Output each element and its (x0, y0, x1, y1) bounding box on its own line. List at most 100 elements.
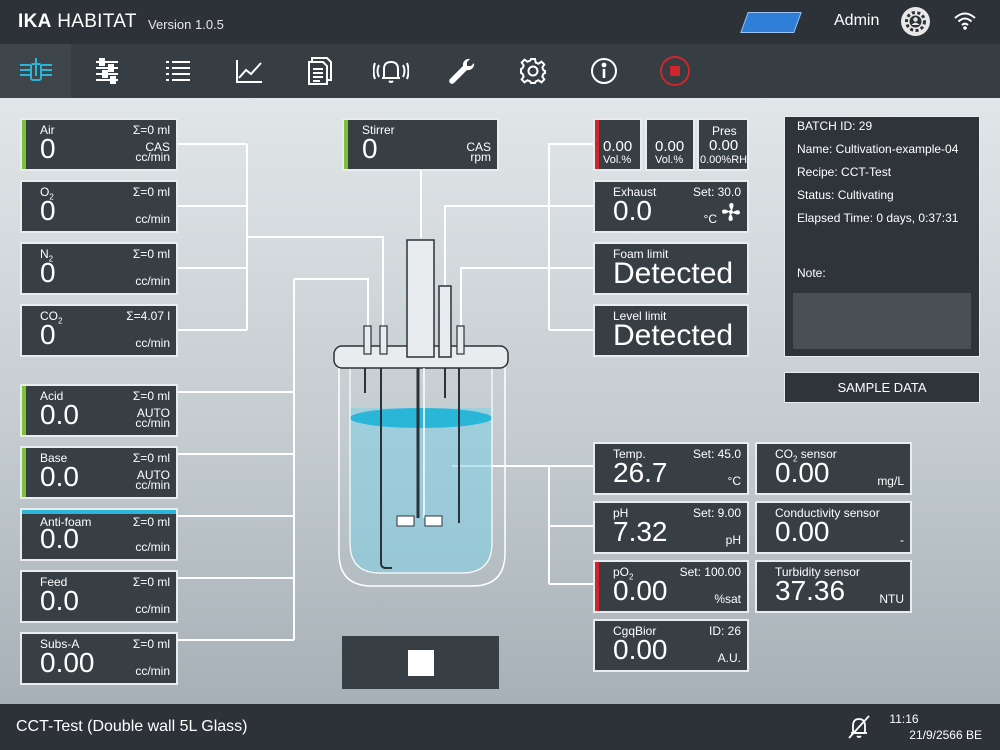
sample-data-button[interactable]: SAMPLE DATA (784, 372, 980, 403)
active-indicator (22, 448, 26, 497)
tile-unit: cc/min (135, 150, 170, 164)
active-indicator (22, 386, 26, 435)
list-icon[interactable] (142, 44, 213, 98)
active-indicator (344, 120, 348, 169)
foam-limit-tile[interactable]: Foam limit Detected (593, 242, 749, 295)
bioreactor-overview-icon[interactable] (0, 44, 71, 98)
active-indicator (22, 120, 26, 169)
app-version: Version 1.0.5 (148, 17, 224, 32)
tile-value: 0.00 (775, 516, 830, 547)
tile-total: Σ=0 ml (132, 451, 170, 465)
tile-value: 0.00 (613, 575, 668, 606)
feed-pump-tile[interactable]: Feed Σ=0 ml 0.0 cc/min (20, 570, 178, 623)
ph-tile[interactable]: pH Set: 9.00 7.32 pH (593, 501, 749, 554)
tile-label: Pres (712, 124, 737, 138)
co2-flow-tile[interactable]: CO2 Σ=4.07 l 0 cc/min (20, 304, 178, 357)
tile-unit: °C (727, 474, 741, 488)
tile-unit: - (900, 533, 904, 547)
tile-value: 0.0 (40, 585, 79, 616)
batch-info-panel: BATCH ID: 29 Name: Cultivation-example-0… (784, 116, 980, 357)
conductivity-sensor-tile[interactable]: Conductivity sensor 0.00 - (755, 501, 912, 554)
tile-unit: mg/L (877, 474, 904, 488)
turbidity-sensor-tile[interactable]: Turbidity sensor 37.36 NTU (755, 560, 912, 613)
tile-unit: pH (725, 533, 741, 547)
tile-value: 0 (40, 319, 56, 350)
co2-sensor-tile[interactable]: CO2 sensor 0.00 mg/L (755, 442, 912, 495)
wrench-icon[interactable] (426, 44, 497, 98)
temperature-tile[interactable]: Temp. Set: 45.0 26.7 °C (593, 442, 749, 495)
tile-value: 0 (40, 133, 56, 164)
top-bar: IKA HABITAT Version 1.0.5 Admin (0, 0, 1000, 44)
status-indicator-icon (740, 12, 802, 33)
stirrer-tile[interactable]: Stirrer CAS 0 rpm (342, 118, 499, 171)
tile-value: 0.0 (613, 195, 652, 226)
vessel-title: CCT-Test (Double wall 5L Glass) (16, 718, 248, 735)
tile-value: 0.0 (40, 461, 79, 492)
tile-value: 0.00 (775, 457, 830, 488)
trend-chart-icon[interactable] (213, 44, 284, 98)
settings-gear-icon[interactable] (497, 44, 568, 98)
bioreactor-vessel-illustration (333, 239, 509, 587)
pressure-humidity-tile[interactable]: Pres 0.00 0.00%RH (697, 118, 749, 171)
bioreactor-overview-panel: Air Σ=0 ml CAS 0 cc/min O2 Σ=0 ml 0 cc/m… (0, 98, 1000, 704)
subs-a-pump-tile[interactable]: Subs-A Σ=0 ml 0.00 cc/min (20, 632, 178, 685)
fan-icon (721, 202, 741, 227)
wifi-icon (953, 10, 977, 37)
o2-flow-tile[interactable]: O2 Σ=0 ml 0 cc/min (20, 180, 178, 233)
batch-name: Name: Cultivation-example-04 (797, 142, 959, 156)
note-field[interactable] (793, 293, 971, 349)
stop-record-icon[interactable] (639, 44, 710, 98)
alarm-bell-icon[interactable] (355, 44, 426, 98)
tile-total: Σ=4.07 l (126, 309, 170, 323)
tile-setpoint: Set: 9.00 (692, 506, 741, 520)
user-name[interactable]: Admin (834, 12, 879, 30)
tile-value: 0 (40, 257, 56, 288)
base-pump-tile[interactable]: Base Σ=0 ml AUTO 0.0 cc/min (20, 446, 178, 499)
stop-process-button[interactable] (342, 636, 499, 689)
tile-unit: %sat (714, 592, 741, 606)
clock-date: 21/9/2566 BE (909, 728, 982, 742)
antifoam-pump-tile[interactable]: Anti-foam Σ=0 ml 0.0 cc/min (20, 508, 178, 561)
alarm-muted-icon[interactable] (846, 714, 872, 745)
control-sliders-icon[interactable] (71, 44, 142, 98)
tile-unit: Vol.% (603, 154, 632, 166)
tile-total: Σ=0 ml (132, 515, 170, 529)
documents-icon[interactable] (284, 44, 355, 98)
n2-flow-tile[interactable]: N2 Σ=0 ml 0 cc/min (20, 242, 178, 295)
info-icon[interactable] (568, 44, 639, 98)
tile-total: Σ=0 ml (132, 247, 170, 261)
level-limit-tile[interactable]: Level limit Detected (593, 304, 749, 357)
air-flow-tile[interactable]: Air Σ=0 ml CAS 0 cc/min (20, 118, 178, 171)
batch-elapsed-time: Elapsed Time: 0 days, 0:37:31 (797, 211, 959, 225)
tile-unit: NTU (879, 592, 904, 606)
tile-unit: cc/min (135, 416, 170, 430)
clock-time: 11:16 (889, 712, 919, 726)
tile-value: 0 (40, 195, 56, 226)
tile-value: 0.0 (40, 399, 79, 430)
exhaust-tile[interactable]: Exhaust Set: 30.0 0.0 °C (593, 180, 749, 233)
tile-unit: °C (703, 212, 717, 226)
tile-unit: cc/min (135, 274, 170, 288)
user-settings-icon[interactable] (901, 7, 930, 36)
tile-unit: cc/min (135, 336, 170, 350)
batch-id: BATCH ID: 29 (797, 119, 873, 133)
tile-value: 0.0 (40, 523, 79, 554)
tile-unit: cc/min (135, 664, 170, 678)
cgq-biomass-tile[interactable]: CgqBior ID: 26 0.00 A.U. (593, 619, 749, 672)
tile-unit: rpm (470, 150, 491, 164)
tile-value: 0.00 (40, 647, 95, 678)
tile-total: Σ=0 ml (132, 185, 170, 199)
tile-value: 0.00 (709, 137, 739, 154)
tile-total: Σ=0 ml (132, 123, 170, 137)
tile-value: Detected (613, 257, 734, 290)
tile-unit: 0.00%RH (700, 154, 748, 166)
gas-analyzer-2-tile[interactable]: 0.00 Vol.% (645, 118, 695, 171)
gas-analyzer-1-tile[interactable]: 0.00 Vol.% (593, 118, 642, 171)
alarm-indicator (595, 562, 599, 611)
tile-unit: Vol.% (655, 154, 684, 166)
acid-pump-tile[interactable]: Acid Σ=0 ml AUTO 0.0 cc/min (20, 384, 178, 437)
po2-tile[interactable]: pO2 Set: 100.00 0.00 %sat (593, 560, 749, 613)
tile-total: Σ=0 ml (132, 637, 170, 651)
stop-icon (407, 649, 434, 676)
note-label: Note: (797, 266, 826, 280)
